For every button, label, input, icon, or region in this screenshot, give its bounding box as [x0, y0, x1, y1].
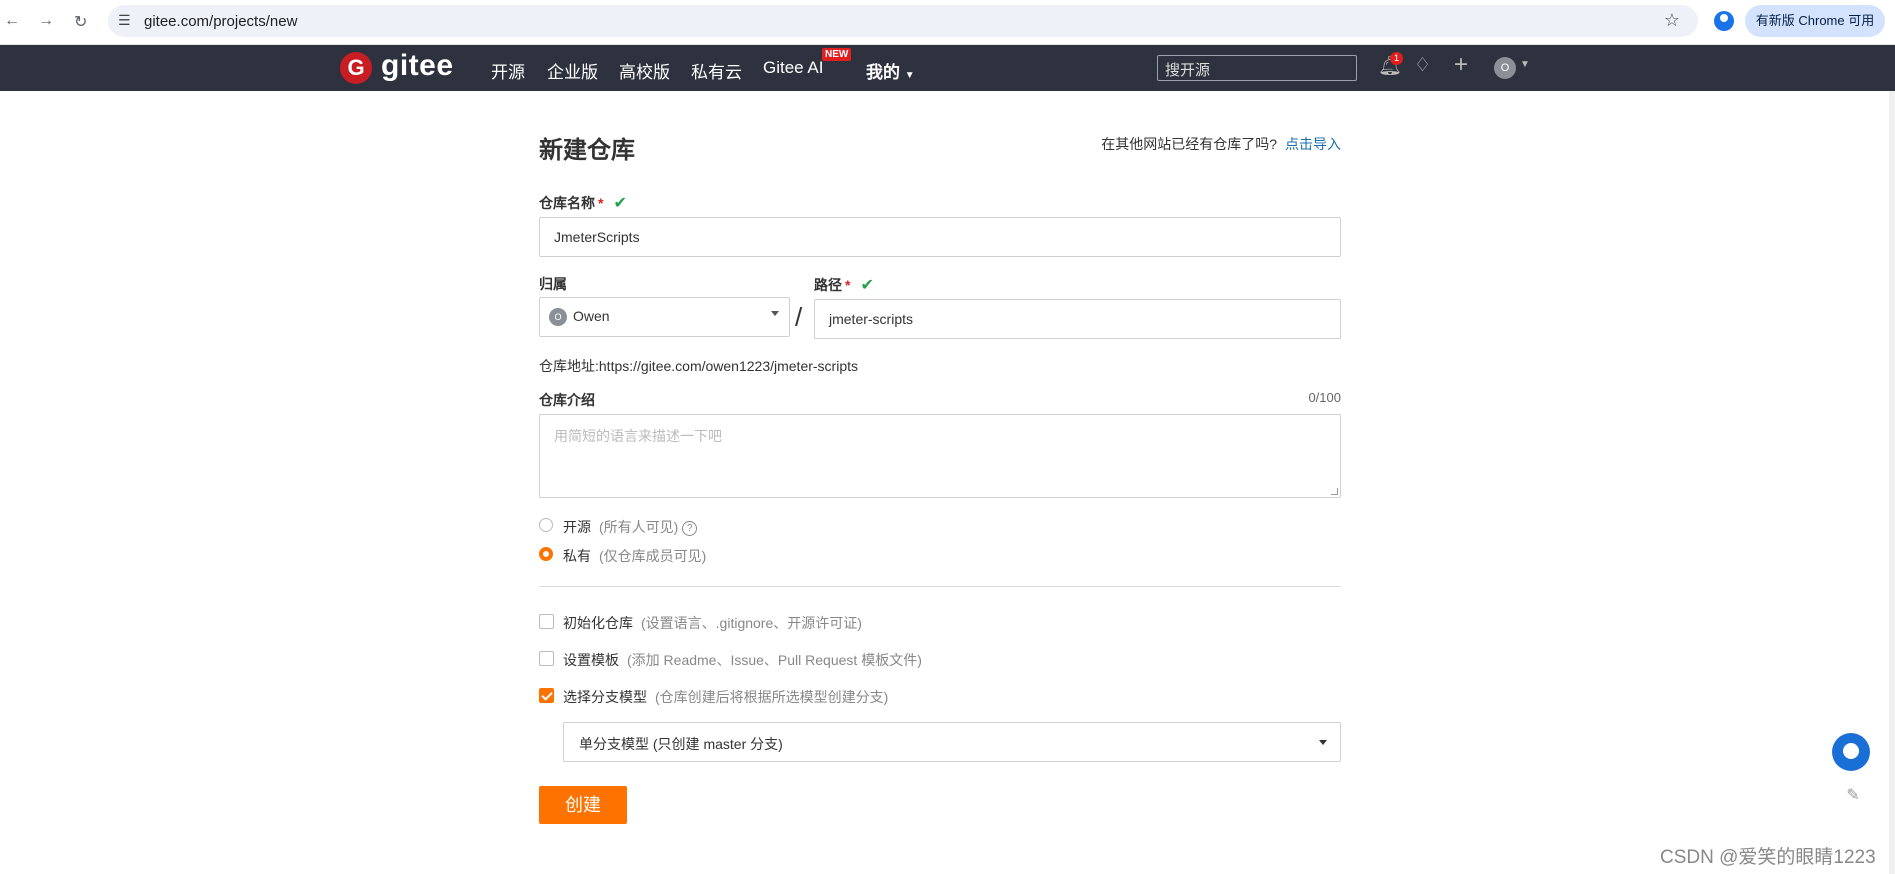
address-bar[interactable]: ☰ gitee.com/projects/new ☆: [108, 5, 1698, 37]
resize-handle-icon[interactable]: [1331, 488, 1338, 495]
reload-icon[interactable]: ↻: [74, 12, 87, 32]
intro-placeholder: 用简短的语言来描述一下吧: [554, 428, 722, 444]
checkbox-branch-model[interactable]: [539, 688, 554, 703]
path-label: 路径 * ✔: [814, 275, 874, 295]
customer-service-icon[interactable]: [1832, 733, 1870, 771]
opensource-note: (所有人可见): [599, 519, 679, 535]
branch-model-value: 单分支模型 (只创建 master 分支): [579, 736, 783, 752]
radio-private-label[interactable]: 私有 (仅仓库成员可见): [563, 546, 706, 566]
branch-model-label-text: 选择分支模型: [563, 689, 647, 705]
search-input[interactable]: 搜开源: [1157, 55, 1357, 81]
checkbox-branch-model-label[interactable]: 选择分支模型 (仓库创建后将根据所选模型创建分支): [563, 687, 888, 707]
avatar: O: [549, 308, 567, 326]
path-separator: /: [795, 302, 803, 332]
repo-name-label: 仓库名称 * ✔: [539, 193, 627, 213]
path-value: jmeter-scripts: [829, 311, 914, 327]
nav-link-enterprise[interactable]: 企业版: [547, 58, 598, 83]
opensource-label-text: 开源: [563, 519, 591, 535]
divider: [539, 586, 1341, 587]
checkbox-template-label[interactable]: 设置模板 (添加 Readme、Issue、Pull Request 模板文件): [563, 650, 922, 670]
create-button[interactable]: 创建: [539, 786, 627, 824]
feedback-edit-icon[interactable]: ✎: [1842, 785, 1864, 807]
notification-count-badge: 1: [1390, 52, 1403, 65]
import-question: 在其他网站已经有仓库了吗?: [1101, 136, 1277, 152]
template-label-text: 设置模板: [563, 652, 619, 668]
gitee-logo-icon[interactable]: G: [340, 52, 372, 84]
import-prompt: 在其他网站已经有仓库了吗? 点击导入: [1101, 134, 1341, 154]
url-text[interactable]: gitee.com/projects/new: [144, 13, 297, 30]
radio-opensource[interactable]: [539, 518, 553, 532]
nav-link-education[interactable]: 高校版: [619, 58, 670, 83]
path-label-text: 路径: [814, 277, 842, 293]
repo-address: 仓库地址:https://gitee.com/owen1223/jmeter-s…: [539, 358, 859, 374]
required-asterisk: *: [598, 195, 604, 211]
browser-toolbar: ← → ↻ ☰ gitee.com/projects/new ☆ 有新版 Chr…: [0, 0, 1895, 45]
nav-link-opensource[interactable]: 开源: [491, 58, 525, 83]
new-badge: NEW: [822, 48, 852, 61]
check-icon: ✔: [860, 277, 874, 294]
check-icon: ✔: [613, 195, 627, 212]
plus-icon[interactable]: +: [1454, 51, 1468, 79]
checkbox-template[interactable]: [539, 651, 554, 666]
intro-char-counter: 0/100: [1308, 390, 1341, 405]
page-title: 新建仓库: [539, 137, 635, 164]
intro-label: 仓库介绍: [539, 392, 595, 408]
init-repo-note: (设置语言、.gitignore、开源许可证): [641, 615, 862, 631]
template-note: (添加 Readme、Issue、Pull Request 模板文件): [627, 652, 922, 668]
owner-select[interactable]: O Owen: [539, 297, 790, 337]
repo-name-input[interactable]: JmeterScripts: [539, 217, 1341, 257]
nav-link-gitee-ai[interactable]: Gitee AI: [763, 58, 823, 78]
path-input[interactable]: jmeter-scripts: [814, 299, 1341, 339]
nav-mine-dropdown[interactable]: 我的 ▼: [866, 58, 915, 83]
import-link[interactable]: 点击导入: [1285, 136, 1341, 152]
scrollbar[interactable]: [1889, 91, 1895, 874]
owner-label: 归属: [539, 276, 567, 292]
branch-model-select[interactable]: 单分支模型 (只创建 master 分支): [563, 722, 1341, 762]
watermark: CSDN @爱笑的眼睛1223: [1660, 847, 1876, 868]
profile-icon[interactable]: [1714, 11, 1734, 31]
checkbox-init-repo[interactable]: [539, 614, 554, 629]
avatar[interactable]: O: [1494, 57, 1516, 79]
repo-name-value: JmeterScripts: [554, 229, 640, 245]
search-placeholder: 搜开源: [1165, 62, 1211, 79]
nav-link-private-cloud[interactable]: 私有云: [691, 58, 742, 83]
site-settings-icon[interactable]: ☰: [118, 12, 131, 29]
gitee-navbar: G gitee 开源 企业版 高校版 私有云 Gitee AI NEW 我的 ▼…: [0, 45, 1895, 91]
nav-mine-label: 我的: [866, 63, 900, 82]
help-icon[interactable]: ?: [682, 521, 698, 536]
chevron-down-icon: ▼: [904, 70, 915, 81]
init-repo-label-text: 初始化仓库: [563, 615, 633, 631]
checkbox-init-repo-label[interactable]: 初始化仓库 (设置语言、.gitignore、开源许可证): [563, 613, 862, 633]
gitee-logo-text[interactable]: gitee: [381, 49, 454, 83]
back-icon[interactable]: ←: [4, 12, 20, 30]
lightbulb-icon[interactable]: ♢: [1414, 54, 1431, 77]
private-note: (仅仓库成员可见): [599, 548, 707, 564]
bookmark-star-icon[interactable]: ☆: [1664, 10, 1680, 31]
required-asterisk: *: [845, 277, 851, 293]
private-label-text: 私有: [563, 548, 591, 564]
chevron-down-icon: [1319, 740, 1327, 745]
branch-model-note: (仓库创建后将根据所选模型创建分支): [655, 689, 889, 705]
chevron-down-icon: [771, 311, 779, 316]
forward-icon[interactable]: →: [38, 12, 54, 30]
chevron-down-icon[interactable]: ▼: [1520, 59, 1530, 70]
repo-name-label-text: 仓库名称: [539, 195, 595, 211]
radio-private[interactable]: [539, 547, 553, 561]
intro-textarea[interactable]: 用简短的语言来描述一下吧: [539, 414, 1341, 498]
radio-opensource-label[interactable]: 开源 (所有人可见)?: [563, 517, 698, 537]
owner-name: Owen: [573, 308, 610, 324]
chrome-update-button[interactable]: 有新版 Chrome 可用: [1745, 5, 1885, 37]
